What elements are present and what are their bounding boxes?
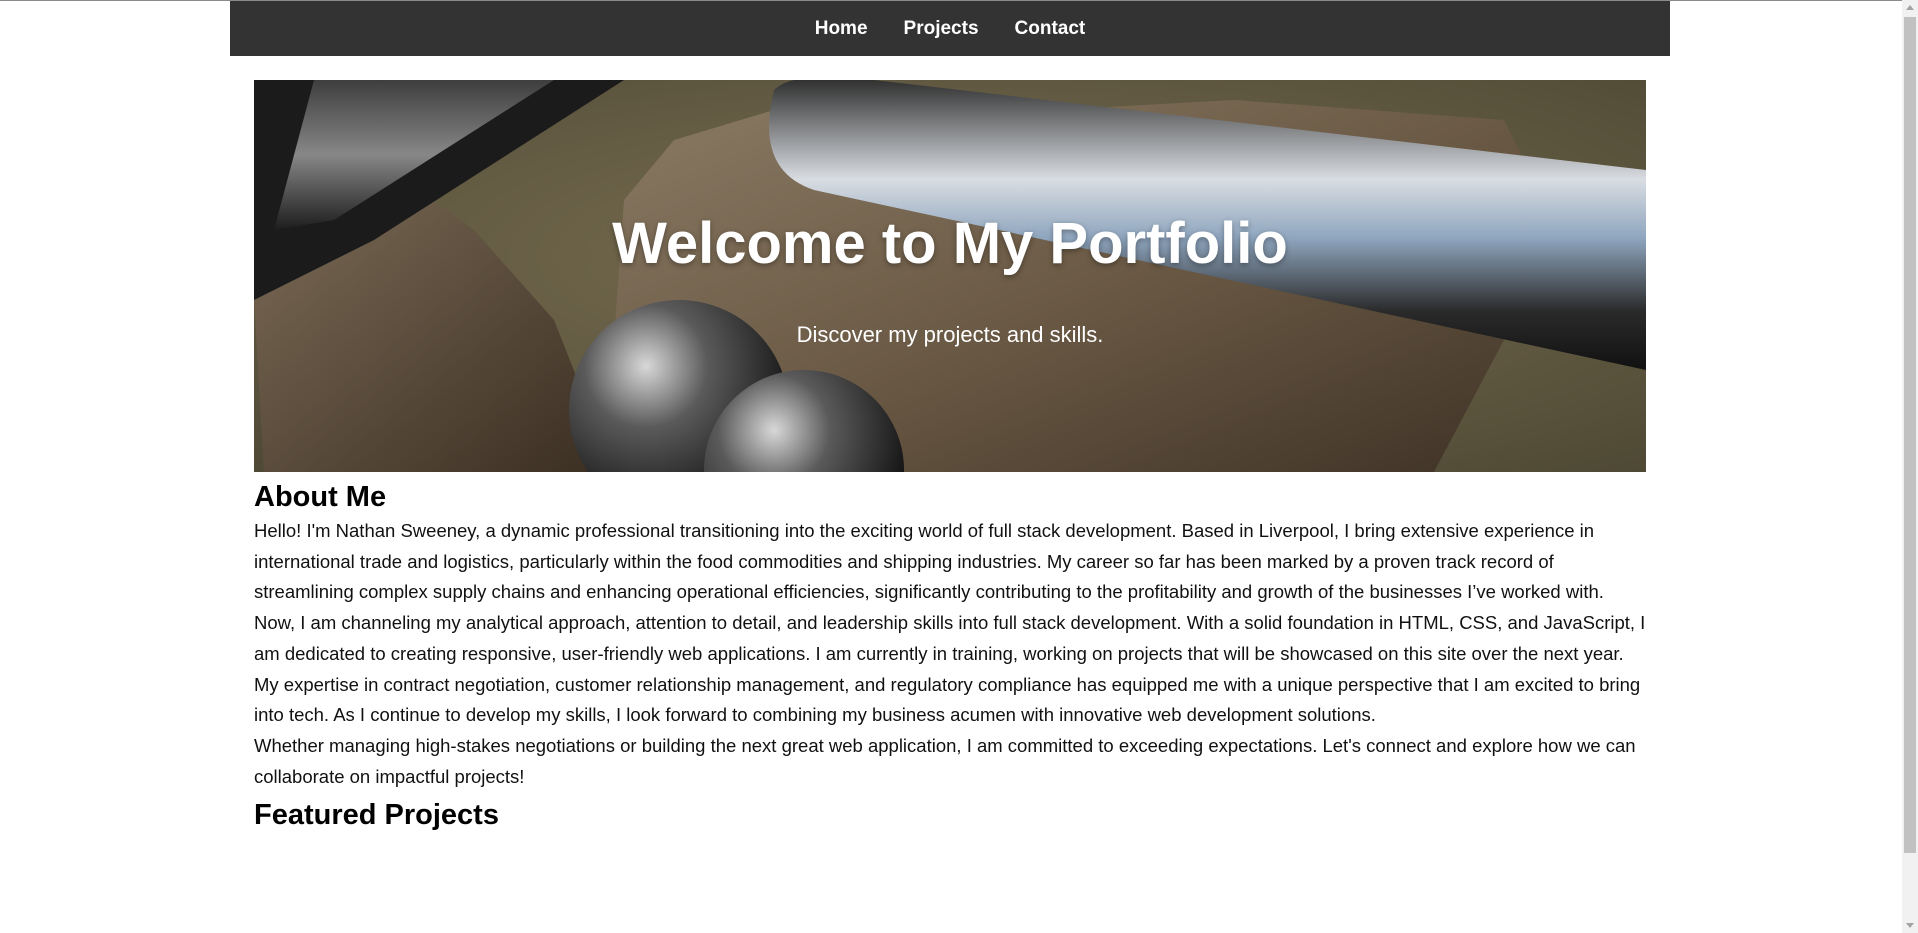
scrollbar-thumb[interactable] — [1904, 17, 1916, 853]
about-heading: About Me — [254, 481, 387, 513]
nav-link-projects[interactable]: Projects — [904, 18, 979, 40]
scroll-down-arrow-icon[interactable] — [1906, 923, 1914, 928]
about-paragraph: Now, I am channeling my analytical appro… — [254, 612, 1646, 664]
about-paragraph: My expertise in contract negotiation, cu… — [254, 673, 1641, 726]
scroll-up-arrow-icon[interactable] — [1906, 5, 1914, 10]
about-paragraph: Hello! I'm Nathan Sweeney, a dynamic pro… — [254, 520, 1604, 603]
hero-subtitle: Discover my projects and skills. — [796, 322, 1104, 347]
about-paragraph: Whether managing high-stakes negotiation… — [254, 734, 1636, 787]
vertical-scrollbar[interactable] — [1902, 0, 1918, 933]
about-section: About Me Hello! I'm Nathan Sweeney, a dy… — [230, 480, 1670, 832]
hero-banner: Welcome to My Portfolio Discover my proj… — [254, 80, 1646, 472]
main-nav: Home Projects Contact — [230, 1, 1670, 56]
page-container: Home Projects Contact Welcome to My Port… — [230, 1, 1670, 834]
featured-projects-heading: Featured Projects — [254, 799, 499, 832]
nav-link-home[interactable]: Home — [815, 18, 868, 40]
nav-link-contact[interactable]: Contact — [1015, 18, 1086, 40]
hero-title: Welcome to My Portfolio — [612, 211, 1288, 276]
